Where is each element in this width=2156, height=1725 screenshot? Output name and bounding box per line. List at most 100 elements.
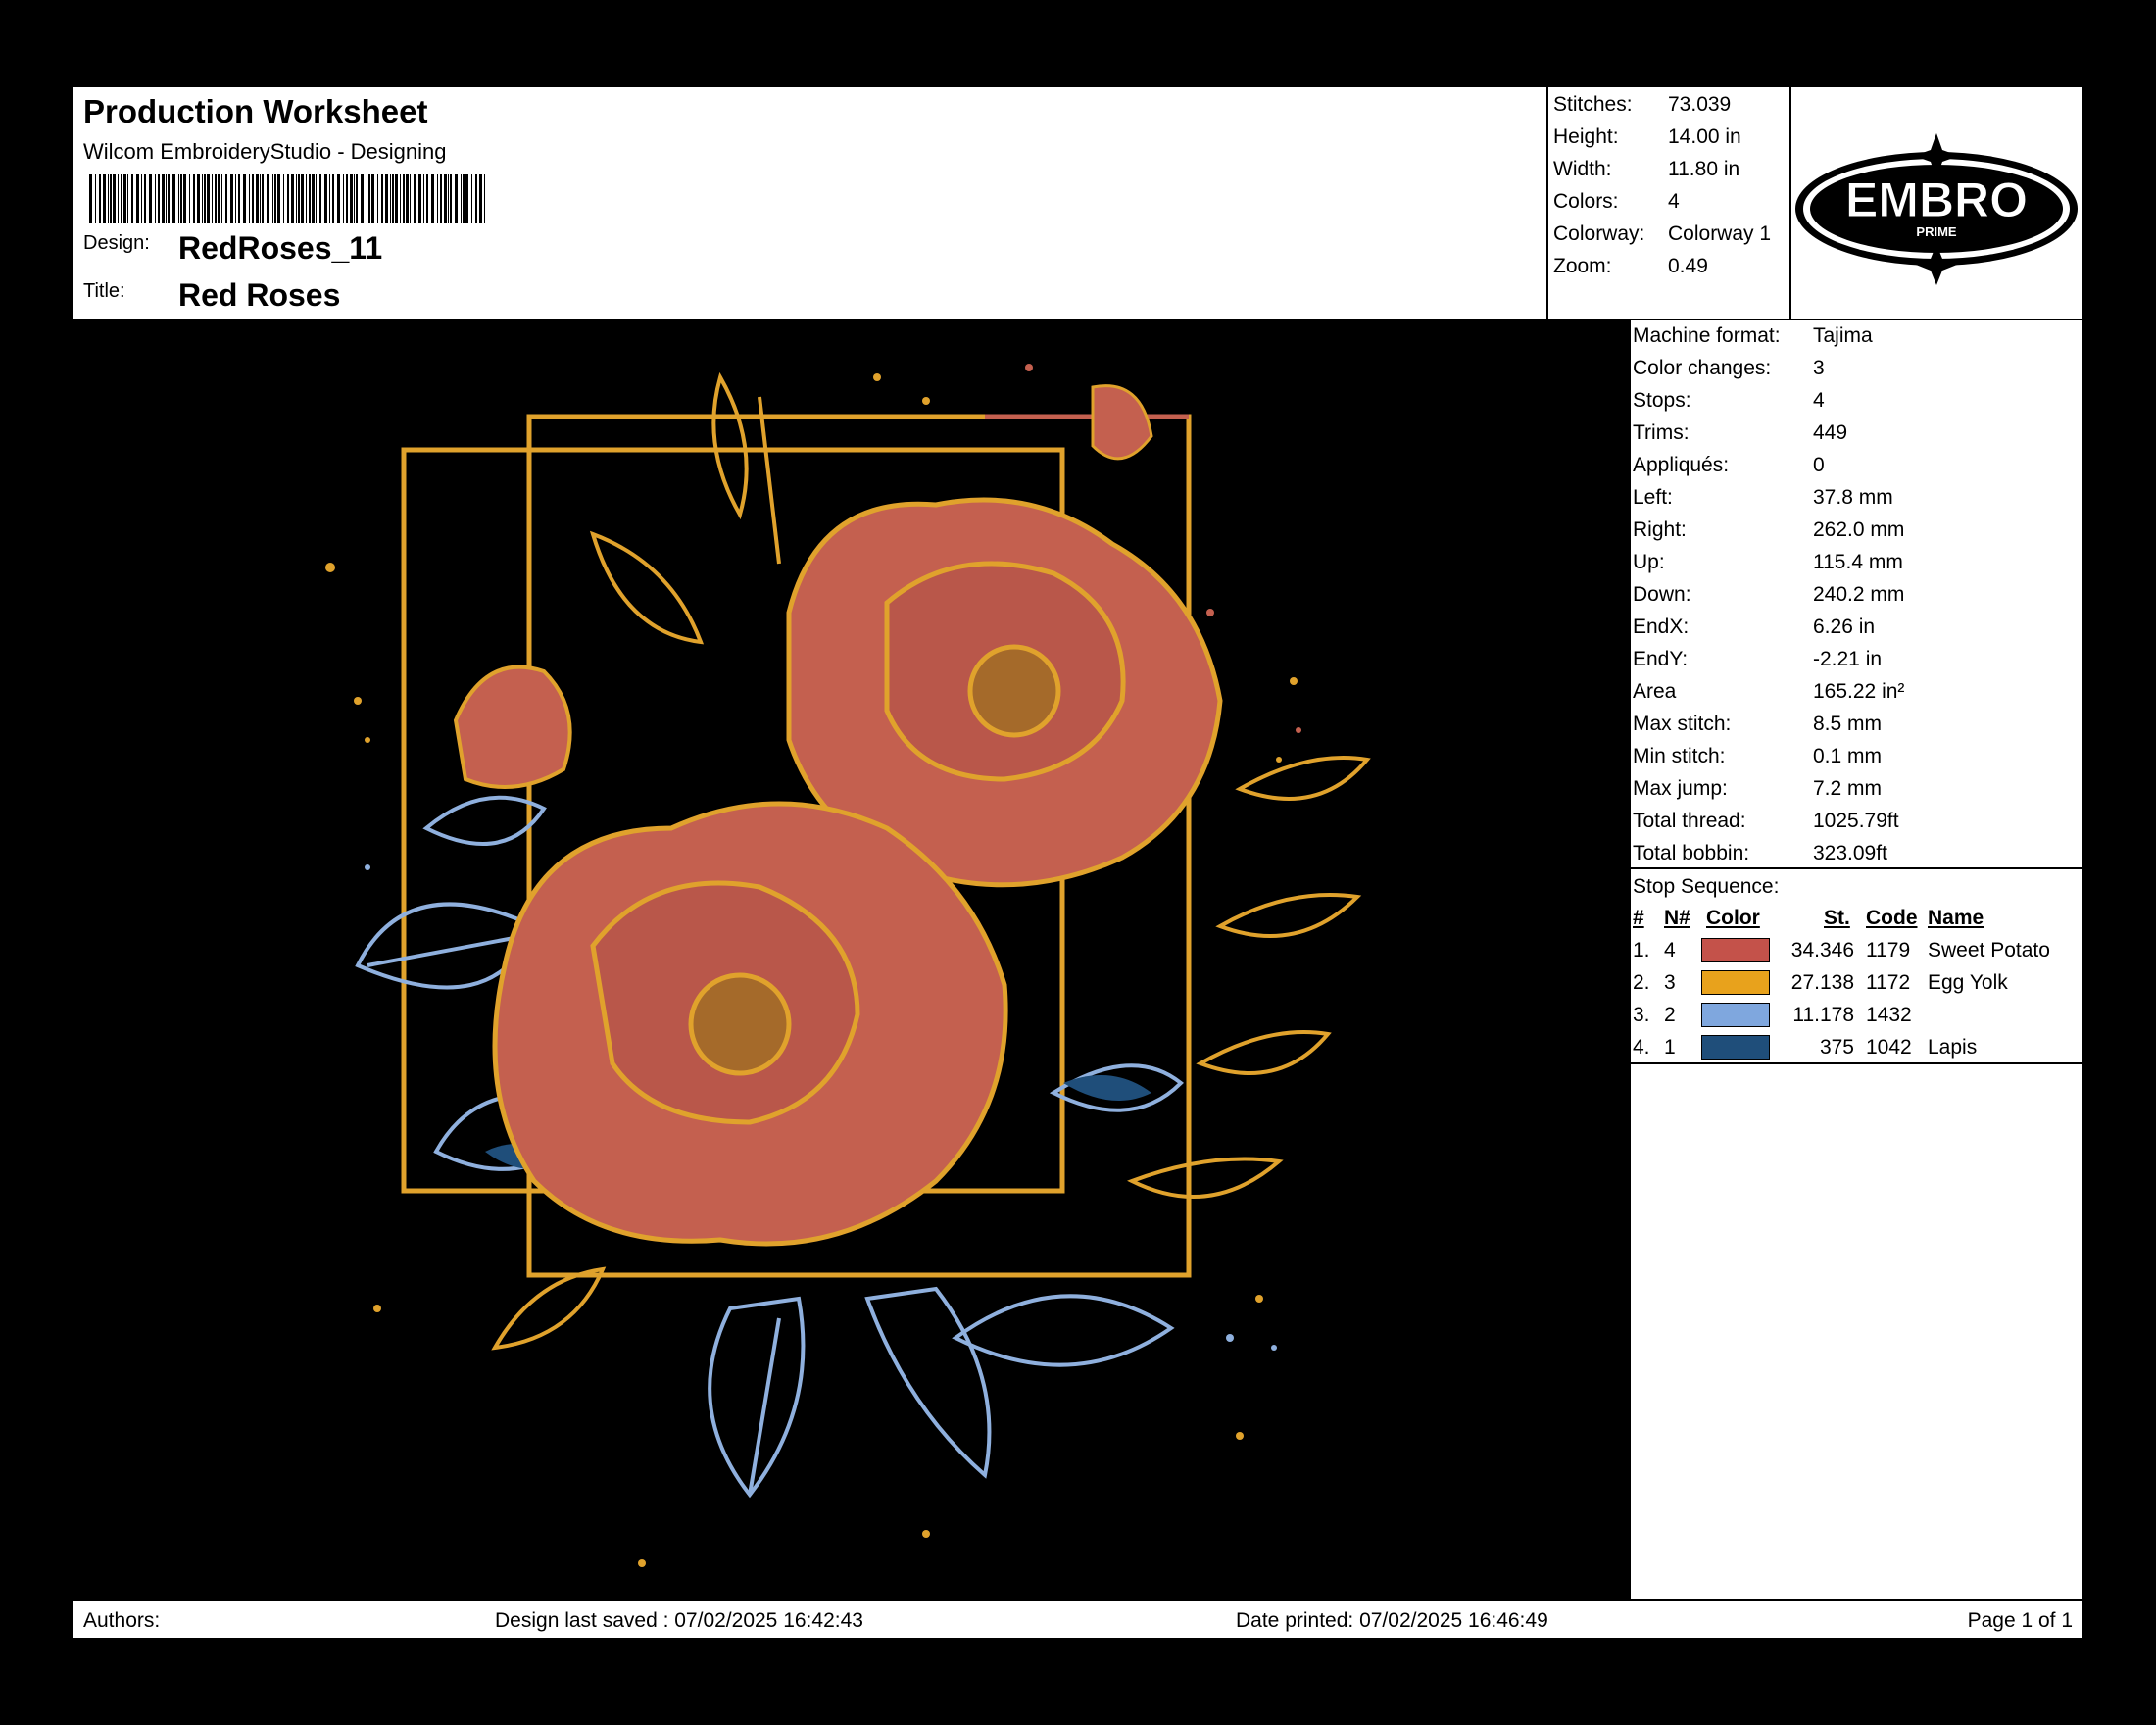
worksheet-title: Production Worksheet — [83, 93, 428, 129]
barcode-bar — [183, 174, 186, 223]
design-label: Design: — [83, 232, 150, 254]
barcode-bar — [312, 174, 315, 223]
needle-number: 4 — [1664, 939, 1676, 961]
barcode-bar — [230, 174, 233, 223]
barcode-bar — [390, 174, 391, 223]
needle-number: 1 — [1664, 1036, 1676, 1059]
barcode-bar — [471, 174, 472, 223]
barcode-bar — [89, 174, 92, 223]
barcode-bar — [202, 174, 203, 223]
logo-subtext: PRIME — [1916, 224, 1957, 239]
barcode-bar — [121, 174, 122, 223]
barcode-bar — [168, 174, 170, 223]
barcode-bar — [166, 174, 167, 223]
barcode-bar — [437, 174, 438, 223]
barcode-bar — [337, 174, 340, 223]
details-panel: Machine format: Tajima Color changes: 3 Stop… — [1629, 319, 2082, 1599]
detail-value: 0.1 mm — [1813, 745, 1883, 767]
col-header-num: # — [1633, 907, 1644, 929]
needle-number: 2 — [1664, 1004, 1676, 1026]
barcode-bar — [221, 174, 222, 223]
thread-code: 1042 — [1866, 1036, 1912, 1059]
needle-number: 3 — [1664, 971, 1676, 994]
detail-label: Max stitch: — [1633, 713, 1732, 735]
detail-label: Total thread: — [1633, 810, 1746, 832]
barcode-bar — [144, 174, 146, 223]
summary-value: 11.80 in — [1668, 158, 1740, 180]
summary-value: 4 — [1668, 190, 1680, 213]
stitch-count: 27.138 — [1790, 971, 1854, 994]
summary-value: 73.039 — [1668, 93, 1732, 116]
barcode-bar — [354, 174, 355, 223]
detail-label: Stops: — [1633, 389, 1691, 412]
stop-sequence-row: 2. 3 27.138 1172 Egg Yolk — [1631, 969, 2082, 1001]
thread-name: Egg Yolk — [1928, 971, 2008, 994]
detail-value: Tajima — [1813, 324, 1873, 347]
barcode-bar — [283, 174, 284, 223]
barcode-bar — [149, 174, 152, 223]
barcode-bar — [131, 174, 133, 223]
barcode-bar — [309, 174, 311, 223]
barcode-bar — [123, 174, 126, 223]
detail-label: Left: — [1633, 486, 1673, 509]
barcode-bar — [403, 174, 405, 223]
col-header-st: St. — [1824, 907, 1850, 929]
barcode-bar — [346, 174, 348, 223]
barcode-bar — [385, 174, 388, 223]
thread-code: 1172 — [1866, 971, 1911, 994]
barcode-bar — [235, 174, 236, 223]
detail-value: -2.21 in — [1813, 648, 1883, 670]
barcode-bar — [350, 174, 353, 223]
detail-label: Max jump: — [1633, 777, 1728, 800]
page-number: Page 1 of 1 — [1967, 1609, 2073, 1632]
barcode-bar — [377, 174, 378, 223]
barcode-bar — [450, 174, 452, 223]
barcode-bar — [158, 174, 160, 223]
barcode-bar — [113, 174, 116, 223]
barcode-bar — [178, 174, 179, 223]
embro-prime-logo: EMBRO PRIME — [1795, 133, 2078, 285]
barcode-bar — [426, 174, 428, 223]
summary-panel: Stitches: 73.039 Height: 14.00 in Width:… — [1546, 87, 1789, 319]
rose-embroidery-artwork — [325, 364, 1371, 1567]
barcode-bar — [475, 174, 477, 223]
barcode-bar — [306, 174, 307, 223]
detail-label: Up: — [1633, 551, 1665, 573]
authors-label: Authors: — [83, 1609, 161, 1632]
stitch-count: 11.178 — [1792, 1004, 1854, 1026]
detail-value: 37.8 mm — [1813, 486, 1893, 509]
barcode-bar — [274, 174, 276, 223]
barcode-bar — [287, 174, 289, 223]
detail-value: 8.5 mm — [1813, 713, 1883, 735]
barcode-bar — [479, 174, 482, 223]
stop-sequence-title: Stop Sequence: — [1633, 875, 1780, 898]
barcode-bar — [356, 174, 358, 223]
barcode-bar — [95, 174, 96, 223]
barcode-bar — [431, 174, 434, 223]
barcode-bar — [392, 174, 394, 223]
detail-label: Trims: — [1633, 421, 1690, 444]
barcode-bar — [381, 174, 383, 223]
seq-index: 2. — [1633, 971, 1650, 994]
barcode-bar — [277, 174, 280, 223]
detail-value: 115.4 mm — [1813, 551, 1903, 573]
detail-label: Appliqués: — [1633, 454, 1730, 476]
barcode-bar — [218, 174, 220, 223]
barcode-bar — [461, 174, 462, 223]
barcode-bar — [136, 174, 139, 223]
barcode-bar — [400, 174, 401, 223]
worksheet-header: Production Worksheet Wilcom EmbroiderySt… — [74, 87, 1546, 319]
barcode-bar — [197, 174, 200, 223]
detail-value: 0 — [1813, 454, 1825, 476]
summary-value: Colorway 1 — [1668, 222, 1772, 245]
detail-value: 323.09ft — [1813, 842, 1887, 864]
summary-value: 0.49 — [1668, 255, 1708, 277]
barcode-bar — [367, 174, 368, 223]
barcode-bar — [298, 174, 300, 223]
barcode-bar — [267, 174, 270, 223]
barcode-bar — [193, 174, 195, 223]
summary-label: Zoom: — [1553, 255, 1612, 277]
barcode-bar — [414, 174, 416, 223]
barcode-bar — [180, 174, 182, 223]
worksheet-footer: Authors: Design last saved : 07/02/2025 … — [74, 1599, 2082, 1638]
